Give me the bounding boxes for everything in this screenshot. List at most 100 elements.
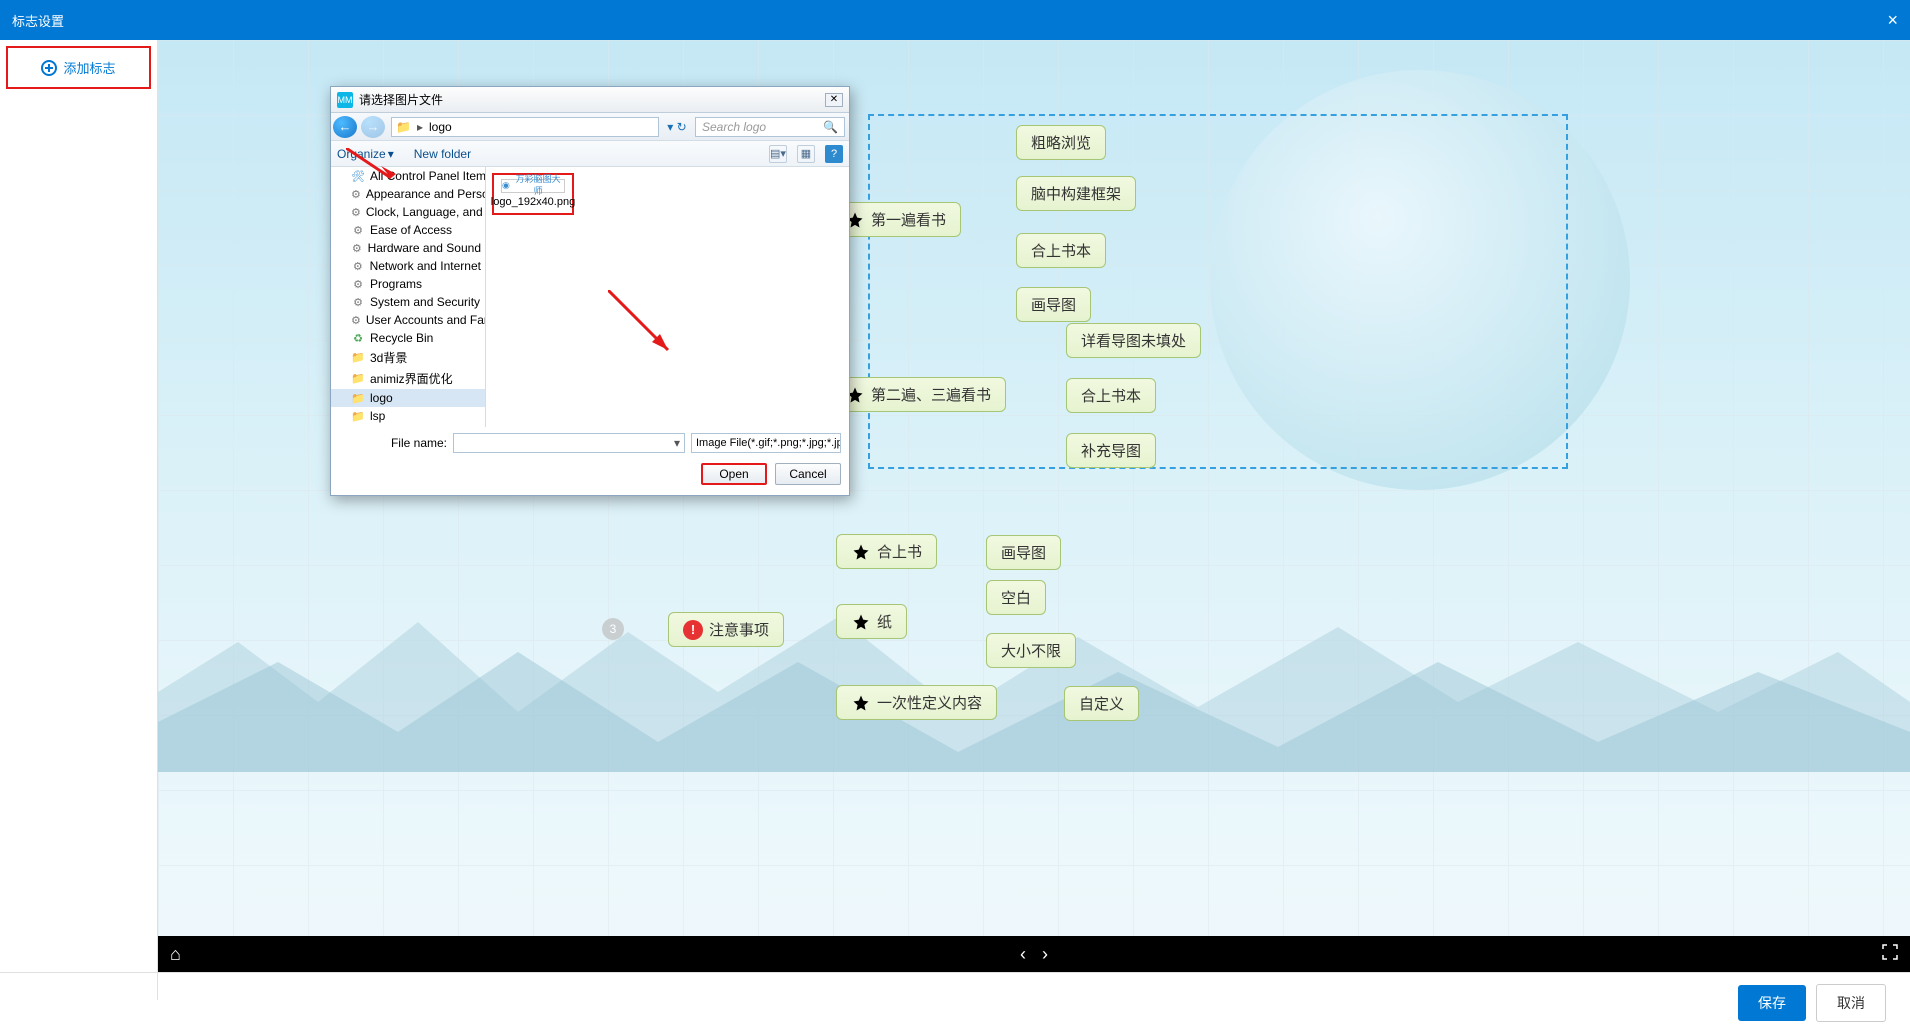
node-custom[interactable]: 自定义 [1064, 686, 1139, 721]
tree-item[interactable]: 📁lsp [331, 407, 485, 425]
sidebar: 添加标志 [0, 40, 158, 1000]
tree-item[interactable]: ⚙User Accounts and Fam [331, 311, 485, 329]
filename-input[interactable]: ▾ [453, 433, 685, 453]
filetype-filter[interactable]: Image File(*.gif;*.png;*.jpg;*.jpe▾ [691, 433, 841, 453]
gear-icon: ⚙ [351, 187, 361, 201]
add-logo-label: 添加标志 [63, 58, 115, 77]
node-label: 画导图 [1001, 542, 1046, 563]
dialog-cancel-button[interactable]: Cancel [775, 463, 841, 485]
node-fill-map[interactable]: 补充导图 [1066, 433, 1156, 468]
chevron-down-icon: ▾ [674, 436, 680, 450]
node-label: 详看导图未填处 [1081, 330, 1186, 351]
node-paper[interactable]: 纸 [836, 604, 907, 639]
cp-icon: 🛠 [351, 169, 365, 183]
footer: 保存 取消 [0, 972, 1910, 1032]
gear-icon: ⚙ [351, 259, 365, 273]
tree-item-label: lsp [370, 409, 385, 423]
folder-icon: 📁 [351, 351, 365, 365]
dialog-title-bar[interactable]: MM 请选择图片文件 ✕ [331, 87, 849, 113]
star-icon [851, 612, 871, 632]
node-close-book[interactable]: 合上书本 [1016, 233, 1106, 268]
warning-icon: ! [683, 620, 703, 640]
node-second-read[interactable]: 第二遍、三遍看书 [830, 377, 1006, 412]
refresh-icon[interactable]: ▾ ↻ [663, 120, 691, 134]
nav-forward-icon[interactable]: → [361, 116, 385, 138]
tree-item[interactable]: ⚙ System and Security [331, 293, 485, 311]
counter-badge: 3 [602, 618, 624, 640]
gear-icon: ⚙ [351, 295, 365, 309]
node-draw-map2[interactable]: 画导图 [986, 535, 1061, 570]
node-label: 补充导图 [1081, 440, 1141, 461]
node-framework[interactable]: 脑中构建框架 [1016, 176, 1136, 211]
node-label: 画导图 [1031, 294, 1076, 315]
node-any-size[interactable]: 大小不限 [986, 633, 1076, 668]
node-label: 空白 [1001, 587, 1031, 608]
open-button[interactable]: Open [701, 463, 767, 485]
dialog-title: 请选择图片文件 [359, 91, 443, 108]
tree-item[interactable]: ⚙ Network and Internet [331, 257, 485, 275]
home-icon[interactable]: ⌂ [170, 944, 181, 965]
file-item[interactable]: ◉ 万彩脑图大师 logo_192x40.png [492, 173, 574, 215]
organize-button[interactable]: Organize ▾ [337, 147, 394, 161]
tree-item[interactable]: 🛠All Control Panel Items [331, 167, 485, 185]
dialog-nav-row: ← → 📁 ▸ logo ▾ ↻ Search logo 🔍 [331, 113, 849, 141]
tree-item-label: Hardware and Sound [368, 241, 481, 255]
node-review-empty[interactable]: 详看导图未填处 [1066, 323, 1201, 358]
new-folder-button[interactable]: New folder [414, 147, 471, 161]
dialog-tool-row: Organize ▾ New folder ▤▾ ▦ ? [331, 141, 849, 167]
gear-icon: ⚙ [351, 205, 361, 219]
path-bar[interactable]: 📁 ▸ logo [391, 117, 659, 137]
view-mode-icon[interactable]: ▤▾ [769, 145, 787, 163]
node-label: 注意事项 [709, 619, 769, 640]
folder-icon: 📁 [351, 372, 365, 386]
node-notes[interactable]: ! 注意事项 [668, 612, 784, 647]
node-label: 自定义 [1079, 693, 1124, 714]
node-draw-map[interactable]: 画导图 [1016, 287, 1091, 322]
star-icon [851, 693, 871, 713]
search-icon: 🔍 [823, 120, 838, 134]
recycle-icon: ♻ [351, 331, 365, 345]
file-list[interactable]: ◉ 万彩脑图大师 logo_192x40.png [486, 167, 849, 427]
close-icon[interactable]: × [1887, 10, 1898, 31]
file-dialog: MM 请选择图片文件 ✕ ← → 📁 ▸ logo ▾ ↻ Search log… [330, 86, 850, 496]
folder-tree[interactable]: 🛠All Control Panel Items⚙Appearance and … [331, 167, 486, 427]
tree-item[interactable]: ♻Recycle Bin [331, 329, 485, 347]
dialog-close-icon[interactable]: ✕ [825, 93, 843, 107]
tree-item[interactable]: 📁 animiz界面优化 [331, 368, 485, 389]
tree-item-label: logo [370, 391, 393, 405]
tree-item-label: 3d背景 [370, 349, 407, 366]
node-label: 粗略浏览 [1031, 132, 1091, 153]
preview-icon[interactable]: ▦ [797, 145, 815, 163]
node-close-book3[interactable]: 合上书 [836, 534, 937, 569]
app-icon: MM [337, 92, 353, 108]
node-define-once[interactable]: 一次性定义内容 [836, 685, 997, 720]
tree-item[interactable]: ⚙Hardware and Sound [331, 239, 485, 257]
add-logo-button[interactable]: 添加标志 [6, 46, 151, 89]
nav-center: ‹ › [1020, 944, 1048, 965]
app-header: 标志设置 × [0, 0, 1910, 40]
help-icon[interactable]: ? [825, 145, 843, 163]
save-button[interactable]: 保存 [1738, 985, 1806, 1021]
tree-item[interactable]: 📁 logo [331, 389, 485, 407]
fullscreen-icon[interactable] [1882, 944, 1898, 965]
tree-item[interactable]: ⚙Appearance and Perso [331, 185, 485, 203]
search-input[interactable]: Search logo 🔍 [695, 117, 845, 137]
tree-item[interactable]: 📁 3d背景 [331, 347, 485, 368]
cancel-button[interactable]: 取消 [1816, 984, 1886, 1022]
next-icon[interactable]: › [1042, 944, 1048, 965]
chevron-down-icon: ▾ [388, 147, 394, 161]
tree-item[interactable]: ⚙Clock, Language, and R [331, 203, 485, 221]
node-close-book2[interactable]: 合上书本 [1066, 378, 1156, 413]
prev-icon[interactable]: ‹ [1020, 944, 1026, 965]
tree-item[interactable]: ⚙Programs [331, 275, 485, 293]
folder-icon: 📁 [351, 391, 365, 405]
node-rough[interactable]: 粗略浏览 [1016, 125, 1106, 160]
nav-back-icon[interactable]: ← [333, 116, 357, 138]
tree-item[interactable]: ⚙Ease of Access [331, 221, 485, 239]
node-label: 一次性定义内容 [877, 692, 982, 713]
node-label: 纸 [877, 611, 892, 632]
tree-item-label: animiz界面优化 [370, 370, 453, 387]
tree-item-label: Network and Internet [370, 259, 481, 273]
tree-item-label: System and Security [370, 295, 480, 309]
node-blank[interactable]: 空白 [986, 580, 1046, 615]
